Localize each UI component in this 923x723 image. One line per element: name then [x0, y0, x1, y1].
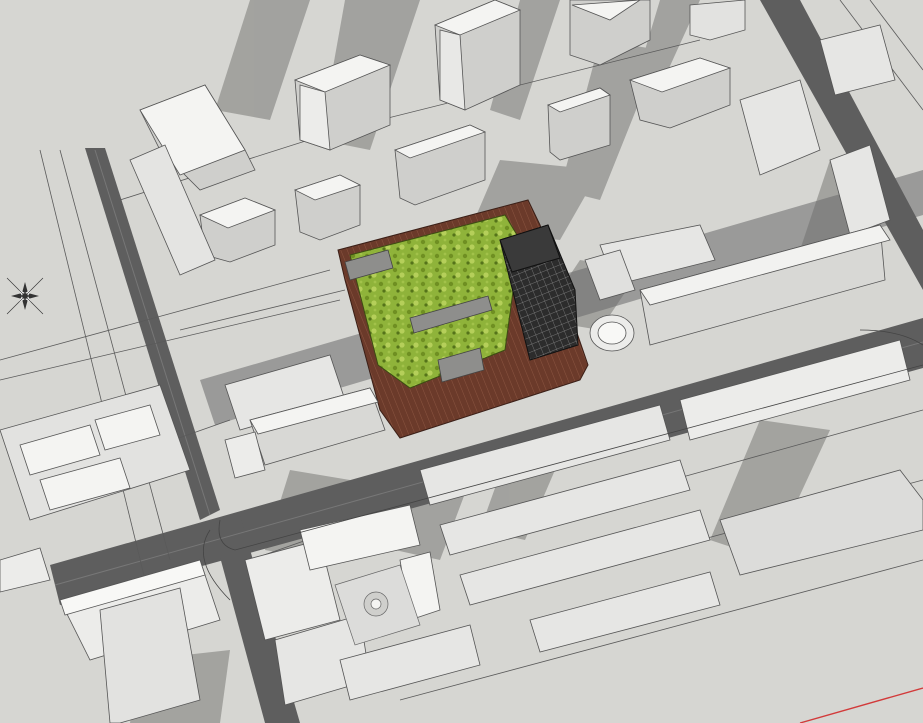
model-viewport[interactable]	[0, 0, 923, 723]
north-compass-icon	[6, 277, 44, 315]
urban-model-canvas	[0, 0, 923, 723]
